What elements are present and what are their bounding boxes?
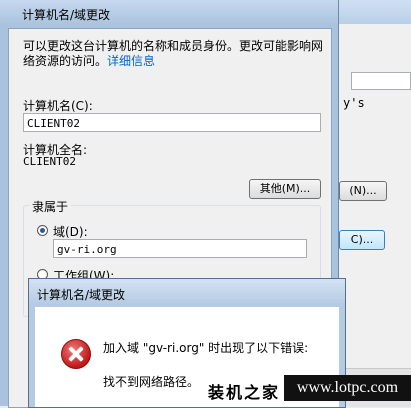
domain-input[interactable]: gv-ri.org bbox=[53, 239, 307, 258]
dialog-titlebar[interactable]: 计算机名/域更改 bbox=[0, 0, 338, 26]
more-button[interactable]: 其他(M)... bbox=[249, 179, 321, 199]
background-window: y's (N)... C)... bbox=[338, 0, 411, 407]
error-icon bbox=[61, 339, 91, 369]
background-window-text: y's bbox=[343, 96, 365, 110]
dialog-description: 可以更改这台计算机的名称和成员身份。更改可能影响网络资源的访问。详细信息 bbox=[23, 39, 323, 69]
domain-radio-label: 域(D): bbox=[53, 225, 88, 239]
error-dialog-titlebar[interactable]: 计算机名/域更改 bbox=[29, 279, 345, 305]
error-message-line-1: 加入域 "gv-ri.org" 时出现了以下错误: bbox=[103, 341, 309, 355]
background-window-button-1[interactable]: (N)... bbox=[339, 181, 387, 201]
watermark-brand-text: 装机之家 bbox=[208, 383, 281, 402]
dialog-title: 计算机名/域更改 bbox=[22, 8, 111, 22]
error-dialog-title: 计算机名/域更改 bbox=[37, 288, 126, 302]
background-window-button-2[interactable]: C)... bbox=[339, 230, 385, 250]
details-link[interactable]: 详细信息 bbox=[107, 54, 155, 68]
watermark-url: www.lotpc.com bbox=[284, 375, 411, 401]
background-window-titlebar bbox=[339, 0, 411, 24]
computer-name-input[interactable]: CLIENT02 bbox=[23, 113, 321, 132]
description-text: 可以更改这台计算机的名称和成员身份。更改可能影响网络资源的访问。 bbox=[23, 39, 324, 68]
full-name-value: CLIENT02 bbox=[23, 155, 76, 168]
background-window-field[interactable] bbox=[351, 72, 411, 90]
error-message-line-2: 找不到网络路径。 bbox=[103, 375, 200, 389]
domain-radio[interactable] bbox=[37, 225, 48, 236]
watermark: 装机之家 www.lotpc.com bbox=[200, 373, 411, 406]
member-of-label: 隶属于 bbox=[29, 198, 72, 215]
computer-name-label: 计算机名(C): bbox=[23, 99, 93, 113]
